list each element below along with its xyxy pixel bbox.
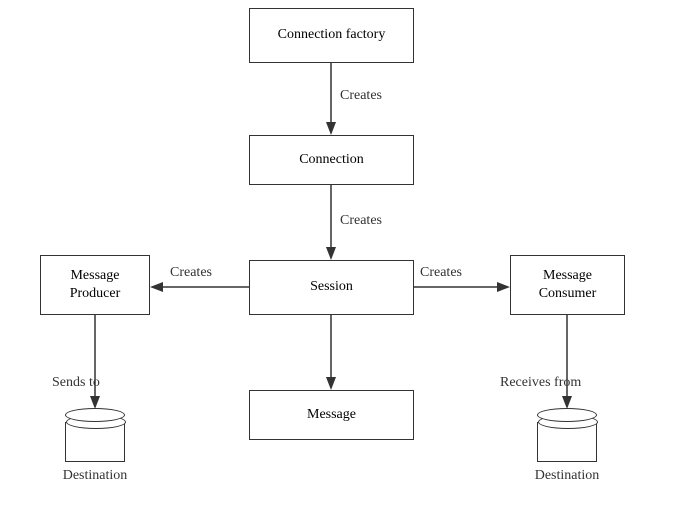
destination-right-label: Destination [527,468,607,484]
connection-box: Connection [249,135,414,185]
message-box: Message [249,390,414,440]
creates-label-1: Creates [340,88,382,104]
creates-label-3: Creates [170,265,212,281]
diagram: Connection factory Connection Session Me… [0,0,699,513]
connection-factory-box: Connection factory [249,8,414,63]
message-producer-label: MessageProducer [70,267,121,303]
session-box: Session [249,260,414,315]
message-label: Message [307,406,356,424]
cylinder-right-top [537,408,597,422]
destination-right-cylinder [537,408,597,462]
destination-left-cylinder [65,408,125,462]
connection-label: Connection [299,151,364,169]
cylinder-right-body [537,422,597,462]
destination-left-label: Destination [55,468,135,484]
cylinder-left-top [65,408,125,422]
session-label: Session [310,278,353,296]
message-producer-box: MessageProducer [40,255,150,315]
creates-label-2: Creates [340,213,382,229]
cylinder-left-body [65,422,125,462]
connection-factory-label: Connection factory [278,26,386,44]
creates-label-4: Creates [420,265,462,281]
message-consumer-label: MessageConsumer [539,267,597,303]
receives-from-label: Receives from [500,375,581,391]
message-consumer-box: MessageConsumer [510,255,625,315]
sends-to-label: Sends to [52,375,100,391]
